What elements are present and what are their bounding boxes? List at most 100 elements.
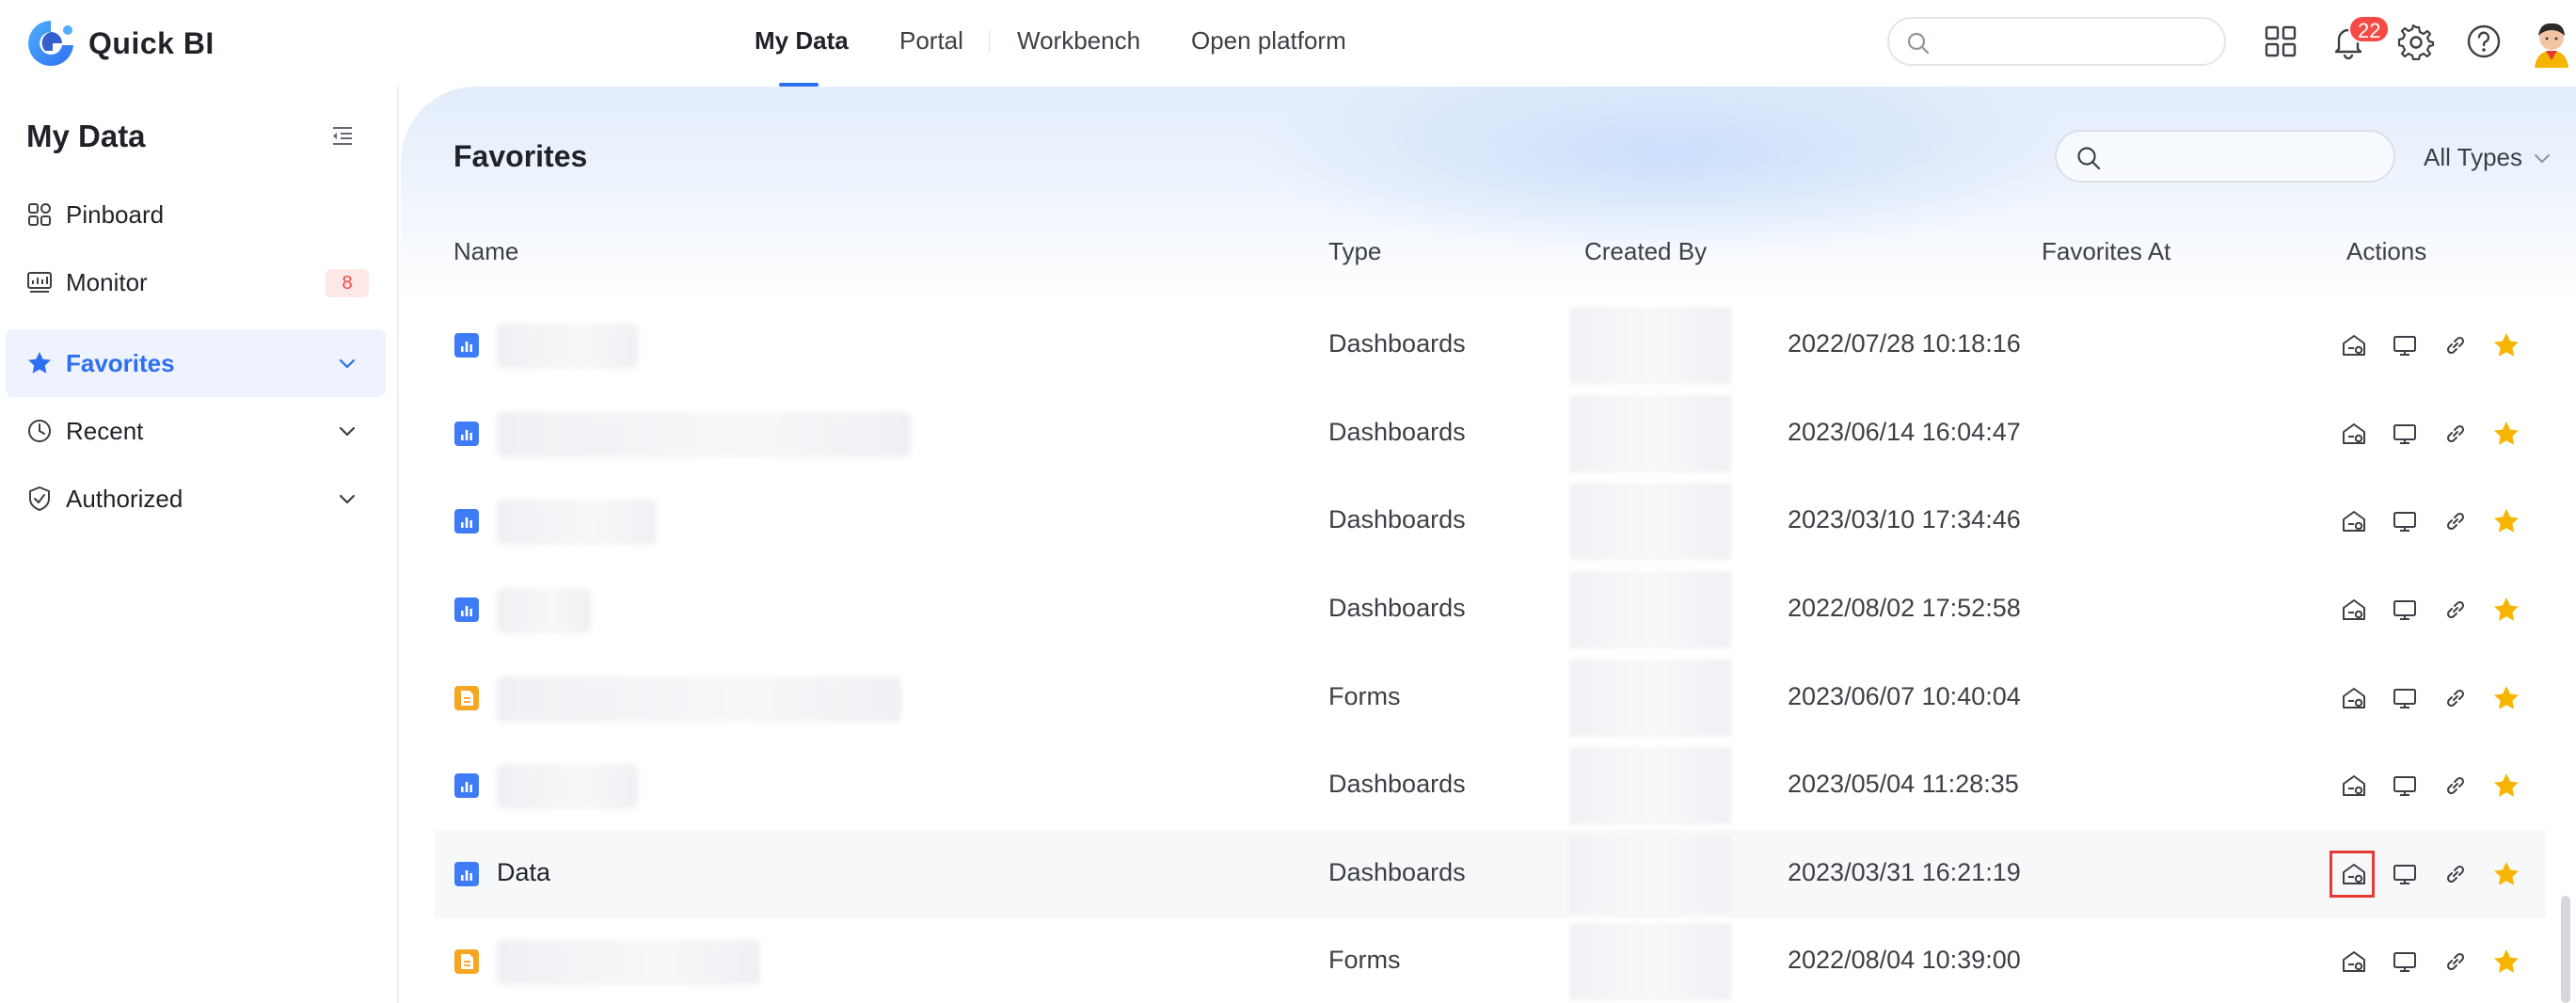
sidebar: My Data Pinboard Monitor 8 Favorites Rec…	[0, 87, 399, 1003]
portal-add-icon[interactable]	[2339, 595, 2369, 625]
scrollbar-thumb[interactable]	[2561, 896, 2570, 1003]
row-type: Dashboards	[1328, 329, 1466, 358]
portal-add-icon[interactable]	[2339, 947, 2369, 977]
gear-icon[interactable]	[2397, 23, 2435, 61]
favorites-search-input[interactable]	[2055, 130, 2395, 183]
row-name-redacted[interactable]	[497, 412, 911, 457]
portal-add-icon[interactable]	[2339, 683, 2369, 713]
link-icon[interactable]	[2441, 506, 2471, 536]
present-icon[interactable]	[2390, 683, 2420, 713]
link-icon[interactable]	[2441, 771, 2471, 801]
column-header-name[interactable]: Name	[453, 237, 518, 266]
star-filled-icon[interactable]	[2491, 859, 2521, 889]
row-name-redacted[interactable]	[497, 677, 901, 722]
portal-add-icon[interactable]	[2339, 771, 2369, 801]
nav-divider	[989, 30, 990, 53]
row-created-by-redacted	[1569, 307, 1731, 384]
chevron-down-icon[interactable]	[335, 420, 359, 444]
row-type: Dashboards	[1328, 770, 1466, 798]
column-header-type[interactable]: Type	[1328, 237, 1381, 266]
type-filter-dropdown[interactable]: All Types	[2424, 143, 2552, 172]
row-type: Dashboards	[1328, 505, 1466, 533]
app-grid-icon[interactable]	[2262, 23, 2299, 60]
sidebar-item-label: Recent	[66, 416, 144, 445]
monitor-count-badge: 8	[326, 269, 369, 297]
dashboard-file-icon	[453, 597, 480, 623]
table-row[interactable]: Dashboards 2023/05/04 11:28:35	[435, 741, 2546, 830]
column-header-favorites-at[interactable]: Favorites At	[2042, 237, 2171, 266]
table-row[interactable]: Dashboards 2022/08/02 17:52:58	[435, 565, 2546, 654]
row-name[interactable]: Data	[497, 858, 550, 887]
row-name-redacted[interactable]	[497, 588, 591, 633]
dashboard-file-icon	[453, 508, 480, 534]
present-icon[interactable]	[2390, 506, 2420, 536]
table-row[interactable]: Dashboards 2023/03/10 17:34:46	[435, 477, 2546, 565]
row-name-redacted[interactable]	[497, 764, 638, 809]
tab-open-platform[interactable]: Open platform	[1191, 26, 1346, 56]
search-icon	[2077, 147, 2101, 170]
column-header-created-by[interactable]: Created By	[1584, 237, 1707, 266]
row-favorites-at: 2022/07/28 10:18:16	[1788, 329, 2021, 358]
row-created-by-redacted	[1569, 836, 1731, 913]
column-header-actions: Actions	[2346, 237, 2427, 265]
row-name-redacted[interactable]	[497, 500, 657, 545]
row-type: Dashboards	[1328, 594, 1466, 622]
link-icon[interactable]	[2441, 947, 2471, 977]
avatar[interactable]	[2529, 19, 2574, 68]
row-name-redacted[interactable]	[497, 940, 760, 985]
present-icon[interactable]	[2390, 419, 2420, 449]
table-row[interactable]: Dashboards 2023/06/14 16:04:47	[435, 390, 2546, 478]
present-icon[interactable]	[2390, 595, 2420, 625]
tab-my-data[interactable]: My Data	[755, 26, 849, 56]
table-row[interactable]: Forms 2022/08/04 10:39:00	[435, 917, 2546, 1003]
link-icon[interactable]	[2441, 859, 2471, 889]
row-favorites-at: 2023/05/04 11:28:35	[1788, 770, 2019, 798]
row-favorites-at: 2023/03/10 17:34:46	[1788, 505, 2021, 533]
sidebar-item-monitor[interactable]: Monitor 8	[6, 248, 386, 316]
star-filled-icon[interactable]	[2491, 419, 2521, 449]
chevron-down-icon[interactable]	[335, 487, 359, 512]
help-icon[interactable]	[2465, 23, 2503, 60]
quick-bi-logo-icon	[28, 21, 73, 66]
tab-workbench[interactable]: Workbench	[1017, 26, 1140, 56]
star-filled-icon[interactable]	[2491, 506, 2521, 536]
form-file-icon	[453, 948, 480, 975]
global-search-input[interactable]	[1887, 17, 2226, 66]
star-filled-icon[interactable]	[2491, 595, 2521, 625]
sidebar-item-authorized[interactable]: Authorized	[6, 465, 386, 533]
link-icon[interactable]	[2441, 419, 2471, 449]
scrollbar[interactable]	[2561, 896, 2570, 1003]
sidebar-item-recent[interactable]: Recent	[6, 397, 386, 465]
present-icon[interactable]	[2390, 330, 2420, 360]
table-row[interactable]: Data Dashboards 2023/03/31 16:21:19	[435, 830, 2546, 918]
row-name-redacted[interactable]	[497, 324, 638, 369]
sidebar-item-favorites[interactable]: Favorites	[6, 329, 386, 397]
row-created-by-redacted	[1569, 571, 1731, 648]
link-icon[interactable]	[2441, 330, 2471, 360]
link-icon[interactable]	[2441, 595, 2471, 625]
row-favorites-at: 2022/08/04 10:39:00	[1788, 946, 2021, 974]
row-created-by-redacted	[1569, 660, 1731, 737]
present-icon[interactable]	[2390, 947, 2420, 977]
dashboard-file-icon	[453, 421, 480, 447]
collapse-sidebar-icon[interactable]	[329, 122, 356, 149]
sidebar-item-pinboard[interactable]: Pinboard	[6, 181, 386, 248]
header-glow	[1248, 87, 2094, 256]
star-filled-icon[interactable]	[2491, 683, 2521, 713]
row-created-by-redacted	[1569, 395, 1731, 472]
main-content: Favorites All Types Name Type Created By…	[401, 87, 2576, 1003]
star-filled-icon[interactable]	[2491, 330, 2521, 360]
link-icon[interactable]	[2441, 683, 2471, 713]
table-row[interactable]: Dashboards 2022/07/28 10:18:16	[435, 301, 2546, 390]
portal-add-icon[interactable]	[2339, 419, 2369, 449]
tab-portal[interactable]: Portal	[899, 26, 963, 56]
present-icon[interactable]	[2390, 771, 2420, 801]
star-filled-icon[interactable]	[2491, 771, 2521, 801]
portal-add-icon[interactable]	[2339, 506, 2369, 536]
star-filled-icon[interactable]	[2491, 947, 2521, 977]
portal-add-icon[interactable]	[2339, 330, 2369, 360]
app-logo[interactable]: Quick BI	[24, 17, 215, 70]
present-icon[interactable]	[2390, 859, 2420, 889]
chevron-down-icon[interactable]	[335, 352, 359, 376]
table-row[interactable]: Forms 2023/06/07 10:40:04	[435, 654, 2546, 742]
